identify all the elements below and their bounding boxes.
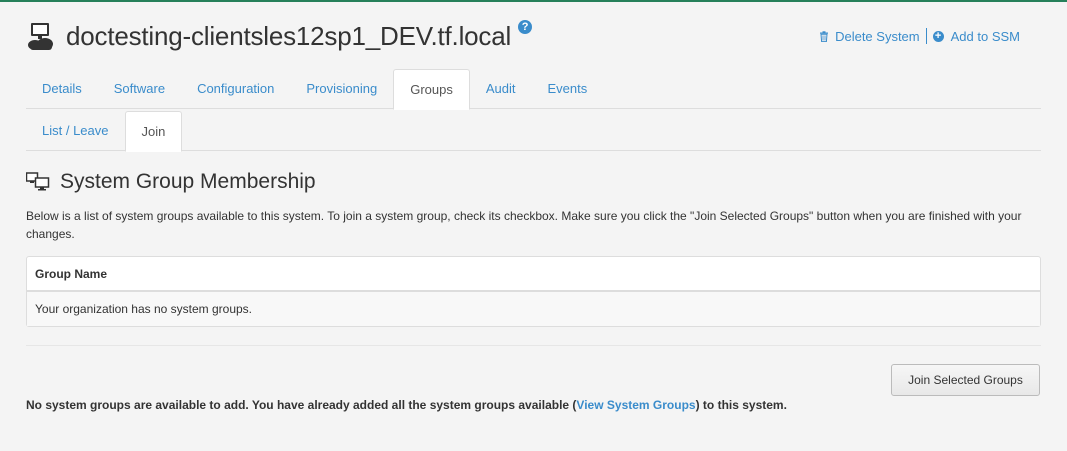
section-title: System Group Membership	[60, 170, 316, 193]
section-header: System Group Membership	[26, 170, 316, 194]
tab-events[interactable]: Events	[532, 69, 604, 109]
empty-table-message: Your organization has no system groups.	[27, 292, 1040, 326]
system-groups-icon	[26, 172, 50, 191]
subtab-list-leave[interactable]: List / Leave	[26, 111, 125, 151]
tab-provisioning[interactable]: Provisioning	[290, 69, 393, 109]
add-to-ssm-label: Add to SSM	[950, 28, 1020, 44]
delete-system-link[interactable]: Delete System	[819, 29, 920, 44]
tab-configuration[interactable]: Configuration	[181, 69, 290, 109]
subtab-join[interactable]: Join	[124, 111, 183, 152]
tab-groups[interactable]: Groups	[393, 69, 470, 110]
groups-table: Group Name Your organization has no syst…	[26, 256, 1041, 327]
main-tabs: Details Software Configuration Provision…	[26, 69, 1041, 110]
view-system-groups-link[interactable]: View System Groups	[576, 398, 695, 412]
tab-software[interactable]: Software	[98, 69, 181, 109]
footer-note-after: ) to this system.	[695, 398, 787, 412]
header-actions: Delete System + Add to SSM	[819, 28, 1020, 44]
section-description: Below is a list of system groups availab…	[26, 209, 1022, 241]
column-header-group-name[interactable]: Group Name	[27, 257, 1040, 292]
trash-icon	[820, 30, 829, 42]
page-title: doctesting-clientsles12sp1_DEV.tf.local	[66, 20, 512, 51]
add-to-ssm-link[interactable]: + Add to SSM	[932, 28, 1020, 44]
action-separator	[925, 28, 927, 44]
server-cloud-icon	[28, 23, 53, 50]
help-icon[interactable]: ?	[518, 20, 533, 34]
footer-note: No system groups are available to add. Y…	[26, 398, 787, 412]
footer-note-before: No system groups are available to add. Y…	[26, 398, 577, 412]
plus-circle-icon: +	[932, 30, 944, 42]
tab-details[interactable]: Details	[26, 69, 98, 109]
join-selected-groups-button[interactable]: Join Selected Groups	[891, 364, 1040, 396]
delete-system-label: Delete System	[835, 28, 920, 44]
divider	[26, 345, 1041, 346]
sub-tabs: List / Leave Join	[26, 111, 1041, 152]
page-header: doctesting-clientsles12sp1_DEV.tf.local …	[26, 16, 533, 56]
tab-audit[interactable]: Audit	[470, 69, 532, 109]
